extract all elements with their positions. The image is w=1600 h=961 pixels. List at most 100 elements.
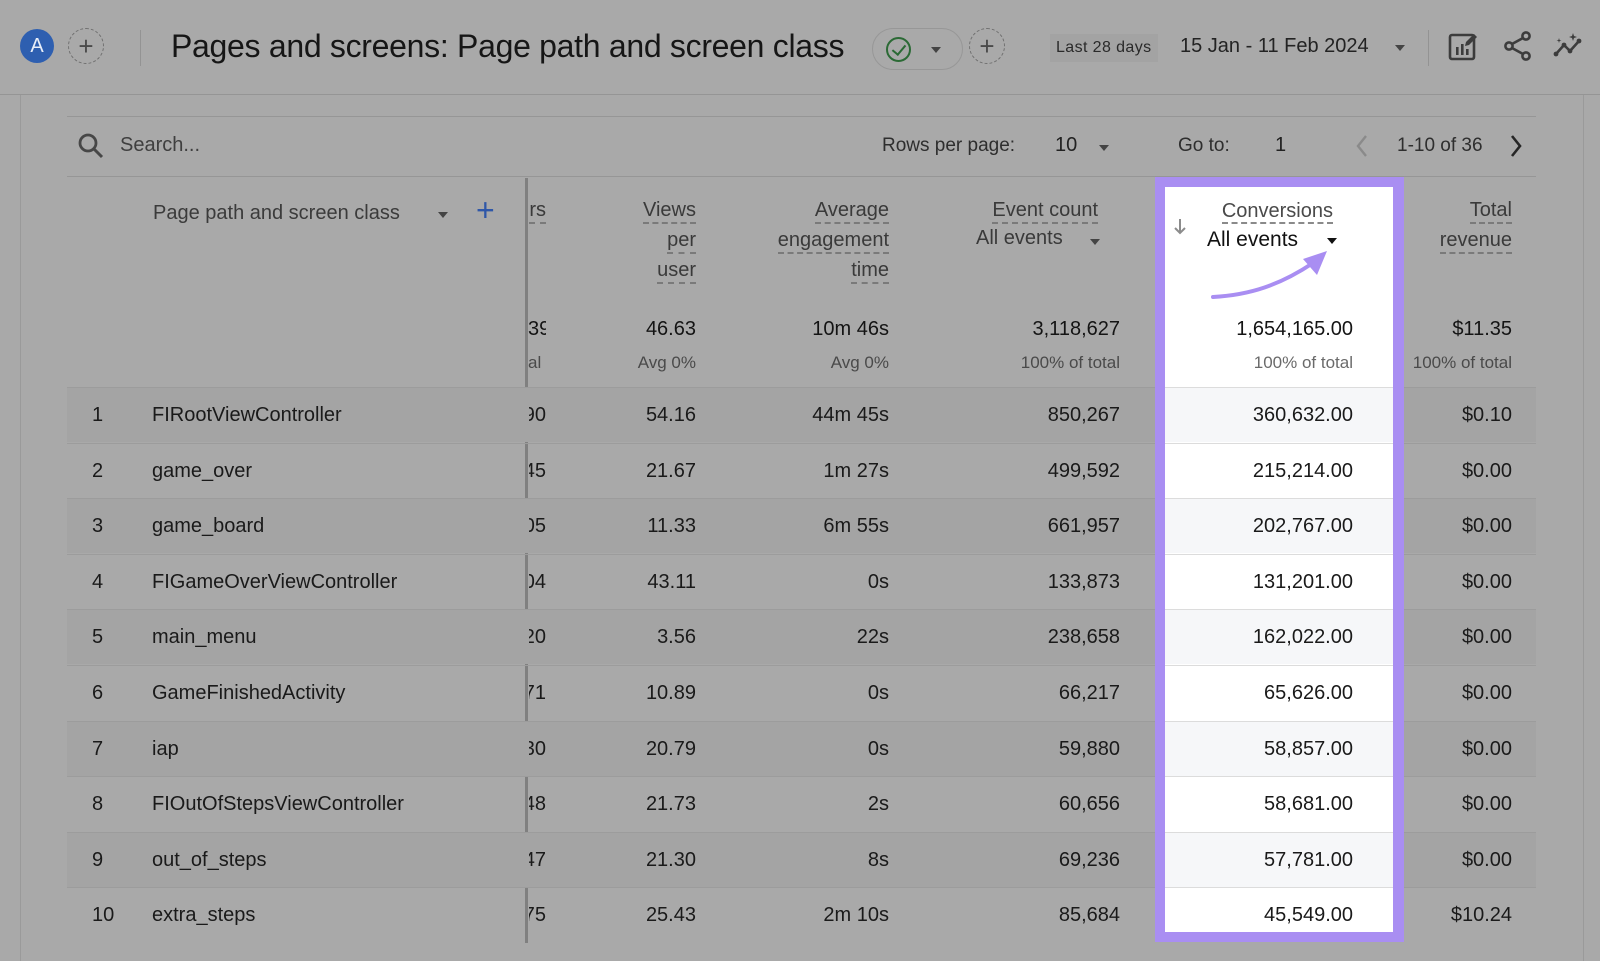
row-avg-engagement: 8s <box>867 848 889 871</box>
row-views-per-user: 25.43 <box>645 904 696 927</box>
row-page-name[interactable]: FIRootViewController <box>152 404 342 427</box>
dimension-selector[interactable]: Page path and screen class <box>153 202 400 225</box>
row-page-name[interactable]: GameFinishedActivity <box>152 682 345 705</box>
row-users: 47 <box>529 848 546 871</box>
column-header-event-count[interactable]: Event count <box>940 195 1098 225</box>
divider <box>140 30 141 66</box>
row-event-count: 499,592 <box>1047 459 1120 482</box>
row-views-per-user: 43.11 <box>647 570 696 593</box>
annotation-arrow-icon <box>1211 251 1327 299</box>
search-input[interactable] <box>120 131 420 159</box>
total-avg-engagement-sub: Avg 0% <box>830 353 889 372</box>
caret-down-icon <box>931 47 941 53</box>
search-icon <box>78 133 104 159</box>
row-avg-engagement: 0s <box>867 682 889 704</box>
rows-per-page-select[interactable]: 10 <box>1055 134 1077 157</box>
row-conversions: 58,681.00 <box>1264 793 1353 816</box>
row-rank: 10 <box>92 904 115 927</box>
column-header-avg-engagement[interactable]: Average engagement time <box>730 195 889 285</box>
share-button[interactable] <box>1498 26 1538 66</box>
row-conversions: 162,022.00 <box>1252 626 1353 649</box>
row-page-name[interactable]: extra_steps <box>152 904 255 927</box>
column-header-conversions[interactable]: Conversions <box>1221 196 1333 226</box>
add-dimension-button[interactable]: + <box>476 194 495 226</box>
row-views-per-user: 10.89 <box>645 682 696 704</box>
column-header-views-per-user[interactable]: Views per user <box>590 195 696 285</box>
row-views-per-user: 54.16 <box>645 404 696 426</box>
row-total-revenue: $0.00 <box>1461 737 1512 760</box>
row-page-name[interactable]: out_of_steps <box>152 849 267 872</box>
row-event-count: 850,267 <box>1047 404 1120 426</box>
row-total-revenue: $0.00 <box>1461 570 1512 593</box>
add-filter-button[interactable]: + <box>969 28 1005 64</box>
next-page-icon[interactable] <box>1508 133 1524 159</box>
conversions-cell: 131,201.00 <box>1165 553 1393 609</box>
row-rank: 7 <box>92 737 104 760</box>
row-total-revenue: $0.00 <box>1461 793 1512 816</box>
rows-caret-icon[interactable] <box>1099 145 1109 151</box>
insights-icon <box>1553 33 1582 57</box>
conversions-cell: 202,767.00 <box>1165 498 1393 554</box>
row-conversions: 215,214.00 <box>1252 459 1353 482</box>
customize-report-button[interactable] <box>1443 26 1483 66</box>
row-conversions: 202,767.00 <box>1252 515 1353 538</box>
row-conversions: 57,781.00 <box>1264 848 1353 871</box>
row-conversions: 131,201.00 <box>1252 570 1353 593</box>
row-avg-engagement: 1m 27s <box>823 459 889 482</box>
row-page-name[interactable]: iap <box>152 738 179 761</box>
row-page-name[interactable]: game_over <box>152 460 252 483</box>
total-revenue: $11.35 <box>1452 318 1512 340</box>
row-users: 71 <box>529 682 546 704</box>
sort-descending-icon[interactable] <box>1172 217 1188 237</box>
column-header-total-revenue[interactable]: Total revenue <box>1400 195 1512 255</box>
row-conversions: 360,632.00 <box>1252 404 1353 426</box>
event-count-selector[interactable]: All events <box>976 227 1063 250</box>
report-status-dropdown[interactable] <box>872 28 963 70</box>
total-views-per-user-sub: Avg 0% <box>637 353 696 372</box>
total-conversions: 1,654,165.00 <box>1236 318 1353 340</box>
total-event-count: 3,118,627 <box>1032 318 1121 340</box>
divider <box>1428 30 1429 66</box>
insights-button[interactable] <box>1550 26 1590 66</box>
goto-page-input[interactable]: 1 <box>1275 134 1286 157</box>
row-total-revenue: $10.24 <box>1450 904 1512 927</box>
row-total-revenue: $0.00 <box>1461 848 1512 871</box>
row-event-count: 661,957 <box>1047 515 1120 538</box>
add-comparison-button[interactable]: + <box>68 28 104 64</box>
row-page-name[interactable]: FIOutOfStepsViewController <box>152 793 404 816</box>
row-total-revenue: $0.00 <box>1461 515 1512 538</box>
row-users: 30 <box>529 737 546 760</box>
conversions-caret-icon[interactable] <box>1327 238 1337 244</box>
row-avg-engagement: 0s <box>867 570 889 593</box>
date-preset-label: Last 28 days <box>1050 34 1158 62</box>
comparison-avatar[interactable]: A <box>20 29 54 63</box>
row-rank: 9 <box>92 848 104 871</box>
row-views-per-user: 21.67 <box>645 459 696 482</box>
share-icon <box>1504 31 1531 61</box>
row-page-name[interactable]: game_board <box>152 515 264 538</box>
row-event-count: 60,656 <box>1058 793 1120 816</box>
event-count-caret-icon[interactable] <box>1090 239 1100 245</box>
row-users: 05 <box>529 515 546 538</box>
total-users-sub: al <box>528 353 542 372</box>
card-border <box>1583 95 1584 961</box>
plus-icon: + <box>78 31 94 61</box>
dimension-caret-icon[interactable] <box>438 212 448 218</box>
plus-icon: + <box>979 31 995 61</box>
total-users: 39 <box>528 318 546 340</box>
row-conversions: 65,626.00 <box>1264 682 1353 704</box>
row-event-count: 133,873 <box>1047 570 1120 593</box>
conversions-cell: 162,022.00 <box>1165 609 1393 665</box>
conversions-cell: 58,857.00 <box>1165 720 1393 776</box>
conversions-cell: 360,632.00 <box>1165 387 1393 442</box>
total-revenue-sub: 100% of total <box>1412 353 1512 372</box>
row-users: 75 <box>529 904 546 927</box>
row-page-name[interactable]: main_menu <box>152 626 257 649</box>
row-page-name[interactable]: FIGameOverViewController <box>152 571 397 594</box>
row-avg-engagement: 22s <box>856 626 889 649</box>
date-caret-icon[interactable] <box>1395 45 1405 51</box>
row-conversions: 45,549.00 <box>1264 904 1353 927</box>
prev-page-icon[interactable] <box>1354 133 1370 159</box>
date-range-picker[interactable]: 15 Jan - 11 Feb 2024 <box>1180 35 1369 58</box>
column-header-users[interactable]: rs <box>528 195 546 225</box>
